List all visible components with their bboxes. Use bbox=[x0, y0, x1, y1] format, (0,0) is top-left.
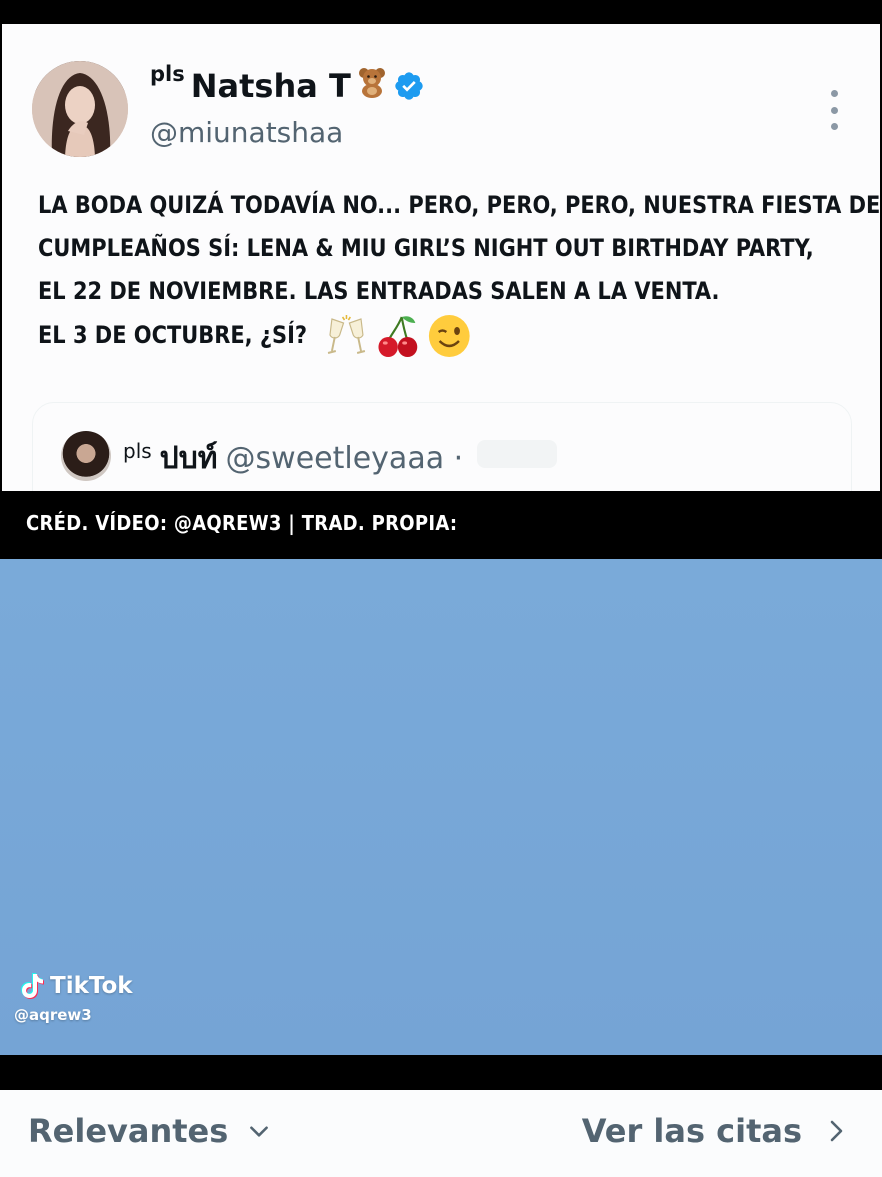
caption-bar: CRÉD. VÍDEO: @AQREW3 | TRAD. PROPIA: bbox=[0, 491, 882, 559]
screen: pls Natsha T @miunatshaa LA BODA QUIZÁ T… bbox=[0, 0, 882, 1177]
quoted-author-avatar[interactable] bbox=[61, 431, 111, 481]
video-area[interactable]: TikTok @aqrew3 bbox=[0, 559, 882, 1055]
quoted-author-handle: @sweetleyaaa · bbox=[225, 441, 464, 476]
tiktok-handle: @aqrew3 bbox=[14, 1006, 92, 1024]
author-handle[interactable]: @miunatshaa bbox=[150, 116, 343, 149]
champagne-toast-icon bbox=[327, 315, 366, 354]
winking-face-icon bbox=[428, 315, 470, 357]
author-display-name: Natsha T bbox=[190, 67, 351, 105]
more-options-icon[interactable] bbox=[826, 90, 842, 130]
teddy-bear-emoji-icon bbox=[357, 66, 387, 106]
chevron-right-icon bbox=[830, 1120, 843, 1142]
quoted-name-prefix: pls bbox=[123, 439, 152, 463]
tiktok-watermark: TikTok bbox=[16, 971, 133, 1001]
quoted-tweet[interactable]: pls ปบท์ @sweetleyaaa · bbox=[32, 402, 852, 491]
author-avatar[interactable] bbox=[32, 61, 128, 157]
view-quotes-label: Ver las citas bbox=[581, 1112, 802, 1150]
cherries-icon bbox=[378, 316, 418, 357]
divider-bar bbox=[0, 1055, 882, 1090]
bottom-bar: Relevantes Ver las citas bbox=[0, 1090, 882, 1177]
sort-replies-button[interactable]: Relevantes bbox=[28, 1112, 272, 1150]
tweet-text-line: CUMPLEAÑOS SÍ: LENA & MIU GIRL’S NIGHT O… bbox=[38, 234, 814, 262]
tweet-text-line: EL 22 DE NOVIEMBRE. LAS ENTRADAS SALEN A… bbox=[38, 277, 720, 305]
sort-label: Relevantes bbox=[28, 1112, 229, 1150]
author-name-prefix: pls bbox=[150, 62, 185, 86]
quoted-author-name: ปบท์ bbox=[159, 441, 218, 476]
tweet-text-line-last: EL 3 DE OCTUBRE, ¿SÍ? bbox=[38, 313, 833, 359]
tweet-card[interactable]: pls Natsha T @miunatshaa LA BODA QUIZÁ T… bbox=[2, 24, 880, 491]
blurred-timestamp bbox=[477, 440, 558, 468]
emoji-row bbox=[324, 313, 471, 359]
tiktok-icon bbox=[21, 973, 44, 999]
view-quotes-button[interactable]: Ver las citas bbox=[582, 1112, 848, 1150]
author-name[interactable]: pls Natsha T bbox=[150, 62, 425, 110]
tweet-text-line: EL 3 DE OCTUBRE, ¿SÍ? bbox=[38, 321, 308, 349]
tiktok-label: TikTok bbox=[50, 973, 133, 999]
tweet-text: LA BODA QUIZÁ TODAVÍA NO... PERO, PERO, … bbox=[38, 184, 880, 359]
chevron-down-icon bbox=[250, 1126, 269, 1137]
quoted-author-line[interactable]: pls ปบท์ @sweetleyaaa · bbox=[123, 435, 558, 482]
verified-badge-icon bbox=[393, 70, 425, 102]
caption-text: CRÉD. VÍDEO: @AQREW3 | TRAD. PROPIA: bbox=[26, 511, 458, 535]
tweet-text-line: LA BODA QUIZÁ TODAVÍA NO... PERO, PERO, … bbox=[38, 191, 880, 219]
